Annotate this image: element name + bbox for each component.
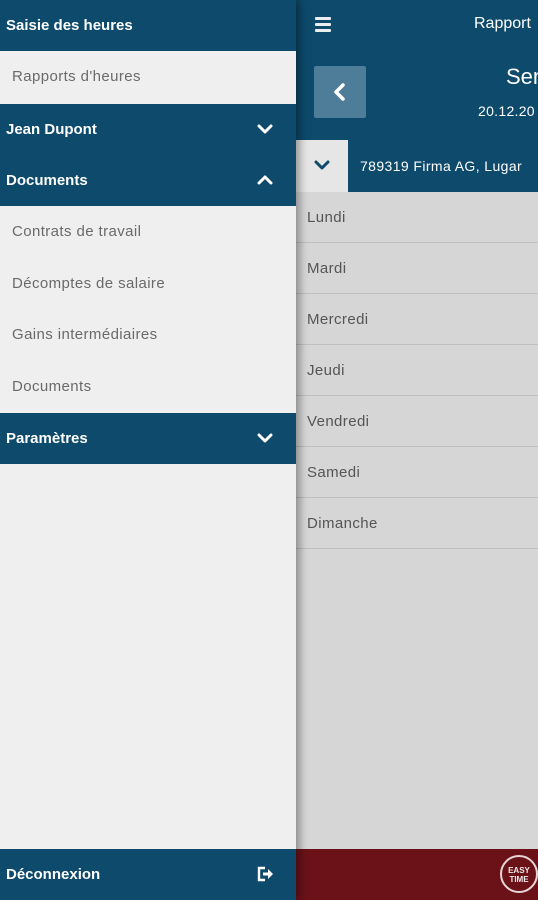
page-title: Rapport: [474, 15, 531, 32]
easy-time-logo: EASY TIME: [500, 855, 538, 893]
company-toggle-button[interactable]: [296, 140, 348, 192]
day-row-saturday[interactable]: Samedi: [296, 447, 538, 498]
day-row-thursday[interactable]: Jeudi: [296, 345, 538, 396]
menu-item-interim-earnings[interactable]: Gains intermédiaires: [0, 309, 296, 360]
day-row-tuesday[interactable]: Mardi: [296, 243, 538, 294]
menu-section-label: Jean Dupont: [6, 121, 97, 138]
chevron-up-icon: [257, 175, 273, 185]
day-row-sunday[interactable]: Dimanche: [296, 498, 538, 549]
menu-section-label: Documents: [6, 172, 88, 189]
chevron-down-icon: [314, 160, 330, 170]
chevron-down-icon: [257, 433, 273, 443]
menu-section-user[interactable]: Jean Dupont: [0, 104, 296, 155]
menu-section-documents[interactable]: Documents: [0, 155, 296, 206]
week-label: Sen: [506, 64, 538, 89]
logout-icon: [257, 866, 273, 882]
logo-text-time: TIME: [509, 875, 529, 884]
menu-item-label: Décomptes de salaire: [12, 275, 166, 292]
menu-item-employment-contracts[interactable]: Contrats de travail: [0, 206, 296, 257]
day-row-friday[interactable]: Vendredi: [296, 396, 538, 447]
day-row-wednesday[interactable]: Mercredi: [296, 294, 538, 345]
menu-section-label: Saisie des heures: [6, 17, 133, 34]
previous-week-button[interactable]: [314, 66, 366, 118]
menu-item-label: Documents: [12, 378, 92, 395]
logout-label: Déconnexion: [6, 866, 101, 883]
menu-item-salary-statements[interactable]: Décomptes de salaire: [0, 258, 296, 309]
menu-item-label: Rapports d'heures: [12, 68, 141, 85]
menu-item-label: Gains intermédiaires: [12, 326, 158, 343]
menu-item-time-reports[interactable]: Rapports d'heures: [0, 51, 296, 102]
menu-icon[interactable]: [312, 13, 336, 37]
menu-section-settings[interactable]: Paramètres: [0, 413, 296, 464]
weekday-list: Lundi Mardi Mercredi Jeudi Vendredi Same…: [296, 192, 538, 549]
logo-text-easy: EASY: [508, 866, 530, 875]
navigation-drawer: Saisie des heures Rapports d'heures Jean…: [0, 0, 296, 900]
menu-item-label: Contrats de travail: [12, 223, 142, 240]
chevron-left-icon: [334, 83, 345, 101]
day-row-monday[interactable]: Lundi: [296, 192, 538, 243]
chevron-down-icon: [257, 124, 273, 134]
menu-section-label: Paramètres: [6, 430, 88, 447]
menu-section-time-entry[interactable]: Saisie des heures: [0, 0, 296, 51]
logout-button[interactable]: Déconnexion: [0, 849, 296, 900]
menu-item-documents[interactable]: Documents: [0, 361, 296, 412]
company-name: 789319 Firma AG, Lugar: [360, 158, 523, 174]
week-date: 20.12.20: [478, 103, 535, 119]
